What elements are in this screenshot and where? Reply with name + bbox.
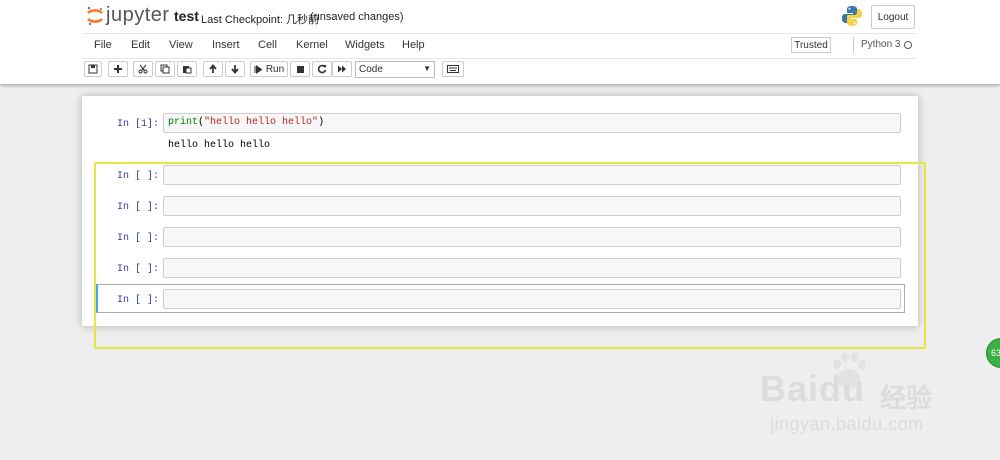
- cell-output: hello hello hello: [168, 140, 271, 151]
- last-checkpoint: Last Checkpoint: 几秒前: [201, 14, 319, 26]
- cell-prompt: In [1]:: [116, 119, 159, 130]
- insert-cell-button[interactable]: [108, 61, 128, 77]
- fast-forward-icon: [338, 65, 346, 73]
- cell-type-value: Code: [359, 64, 383, 75]
- paste-button[interactable]: [177, 61, 197, 77]
- menu-edit[interactable]: Edit: [131, 39, 150, 51]
- kernel-status-icon: [904, 41, 912, 49]
- dropdown-arrow-icon: ▼: [423, 64, 431, 73]
- kernel-name[interactable]: Python 3: [861, 39, 900, 50]
- logout-button[interactable]: Logout: [871, 5, 915, 29]
- run-button[interactable]: Run: [250, 61, 288, 77]
- run-icon: [254, 64, 263, 74]
- watermark-url: jingyan.baidu.com: [770, 414, 924, 434]
- save-icon: [88, 64, 98, 74]
- run-label: Run: [265, 63, 285, 75]
- menu-view[interactable]: View: [169, 39, 193, 51]
- menu-cell[interactable]: Cell: [258, 39, 277, 51]
- move-down-button[interactable]: [225, 61, 245, 77]
- trusted-badge[interactable]: Trusted: [791, 37, 831, 53]
- code-line: print("hello hello hello"): [168, 117, 325, 128]
- restart-button[interactable]: [312, 61, 332, 77]
- code-string: "hello hello hello": [204, 117, 319, 128]
- restart-icon: [317, 64, 327, 74]
- code-function: print: [168, 117, 199, 128]
- stop-icon: [296, 65, 304, 73]
- header: jupyter test Last Checkpoint: 几秒前 (unsav…: [0, 0, 1000, 84]
- highlight-box: [94, 162, 926, 349]
- watermark-logo: Baidu: [760, 368, 866, 409]
- cut-button[interactable]: [133, 61, 153, 77]
- paste-icon: [183, 66, 192, 74]
- copy-icon: [160, 64, 170, 74]
- jupyter-logo-text[interactable]: jupyter: [106, 4, 170, 27]
- jupyter-logo-icon[interactable]: [86, 6, 104, 26]
- notebook-name[interactable]: test: [174, 8, 199, 24]
- kernel-separator: [853, 37, 854, 53]
- menu-widgets[interactable]: Widgets: [345, 39, 385, 51]
- menu-file[interactable]: File: [94, 39, 112, 51]
- arrow-down-icon: [231, 65, 239, 74]
- copy-button[interactable]: [155, 61, 175, 77]
- menu-help[interactable]: Help: [402, 39, 425, 51]
- plus-icon: [114, 65, 122, 73]
- cut-icon: [138, 64, 148, 74]
- keyboard-icon: [447, 65, 459, 73]
- menu-insert[interactable]: Insert: [212, 39, 240, 51]
- code-input-1[interactable]: print("hello hello hello"): [163, 113, 901, 133]
- arrow-up-icon: [209, 64, 217, 73]
- unsaved-status: (unsaved changes): [310, 11, 404, 23]
- watermark-text: 经验: [880, 383, 933, 413]
- move-up-button[interactable]: [203, 61, 223, 77]
- python-logo-icon: [842, 6, 862, 26]
- menu-kernel[interactable]: Kernel: [296, 39, 328, 51]
- restart-run-all-button[interactable]: [332, 61, 352, 77]
- command-palette-button[interactable]: [442, 61, 464, 77]
- save-button[interactable]: [84, 61, 102, 77]
- cell-type-select[interactable]: Code ▼: [355, 61, 435, 78]
- notification-badge[interactable]: 63: [986, 338, 1000, 368]
- interrupt-button[interactable]: [290, 61, 310, 77]
